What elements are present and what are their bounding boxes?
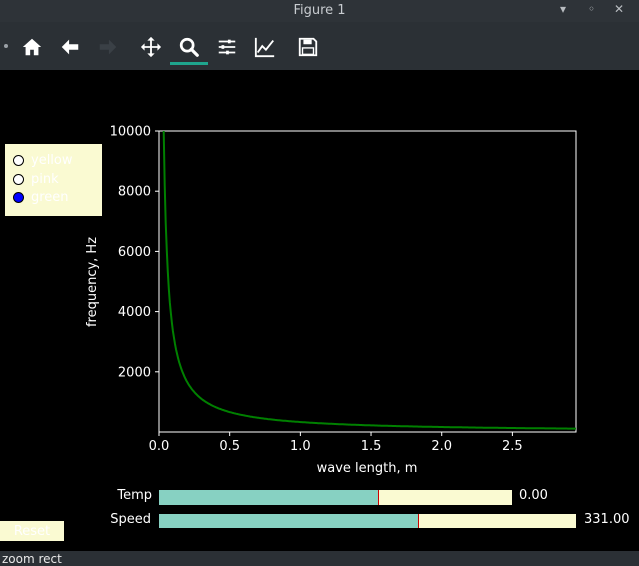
slider-speed-value: 331.00 (584, 512, 630, 527)
slider-temp[interactable] (159, 490, 512, 505)
slider-speed-label: Speed (110, 512, 151, 527)
reset-button[interactable]: Reset (0, 521, 64, 541)
y-tick-label: 10000 (110, 125, 151, 140)
plot-frame (158, 130, 577, 433)
x-tick-label: 1.5 (361, 439, 382, 454)
y-tick-label: 6000 (118, 245, 151, 260)
status-text: zoom rect (2, 552, 62, 566)
frequency-plot[interactable]: 0.0 0.5 1.0 1.5 2.0 2.5200040006000800010000 … (0, 0, 639, 566)
x-tick-label: 2.0 (431, 439, 452, 454)
slider-speed[interactable] (159, 514, 576, 528)
y-axis-label: frequency, Hz (85, 237, 100, 327)
x-tick-label: 2.5 (502, 439, 523, 454)
x-tick-label: 1.0 (290, 439, 311, 454)
slider-temp-fill (159, 490, 378, 505)
y-tick-label: 8000 (118, 185, 151, 200)
slider-temp-marker (377, 490, 380, 505)
x-axis-label: wave length, m (317, 461, 418, 476)
slider-speed-fill (159, 514, 418, 528)
y-tick-label: 2000 (118, 365, 151, 380)
x-tick-label: 0.5 (219, 439, 240, 454)
slider-speed-marker (417, 514, 420, 528)
y-tick-label: 4000 (118, 305, 151, 320)
slider-temp-value: 0.00 (519, 488, 548, 503)
x-tick-label: 0.0 (149, 439, 170, 454)
frequency-line (162, 130, 576, 430)
status-bar: zoom rect (0, 551, 639, 566)
slider-temp-label: Temp (117, 488, 152, 503)
